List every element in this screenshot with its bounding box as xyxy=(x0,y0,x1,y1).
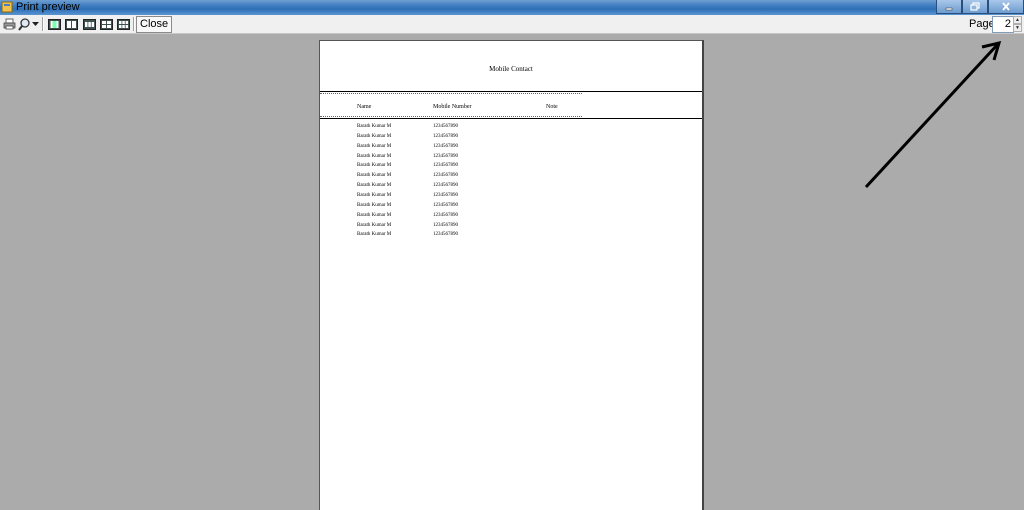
arrow-annotation-icon xyxy=(864,40,1002,189)
